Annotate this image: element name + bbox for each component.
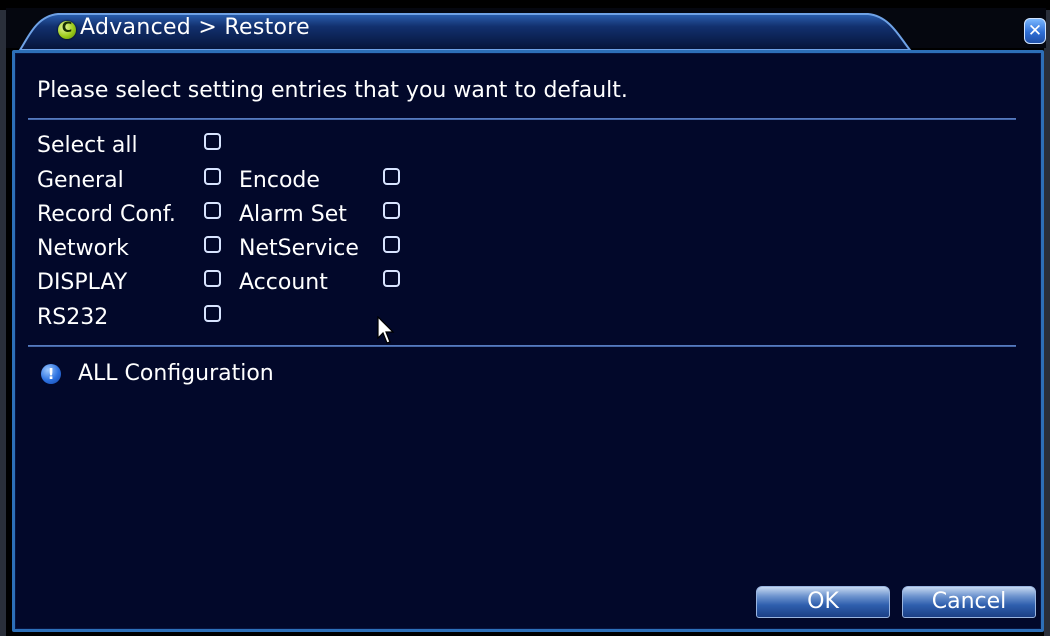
window-frame-left bbox=[0, 10, 6, 636]
info-icon: ! bbox=[41, 364, 61, 384]
divider bbox=[28, 118, 1016, 120]
window-title: Advanced > Restore bbox=[80, 15, 310, 40]
general-checkbox[interactable] bbox=[204, 168, 221, 185]
account-label: Account bbox=[239, 270, 328, 295]
ok-button-label: OK bbox=[807, 589, 839, 614]
app-logo-letter: C bbox=[61, 20, 73, 36]
info-text: ALL Configuration bbox=[78, 361, 274, 386]
record-conf-checkbox[interactable] bbox=[204, 202, 221, 219]
window-frame-right bbox=[1044, 10, 1050, 636]
info-glyph: ! bbox=[47, 365, 55, 383]
app-logo-icon: C bbox=[58, 20, 76, 39]
encode-checkbox[interactable] bbox=[383, 168, 400, 185]
display-label: DISPLAY bbox=[37, 270, 128, 295]
alarm-set-label: Alarm Set bbox=[239, 202, 347, 227]
alarm-set-checkbox[interactable] bbox=[383, 202, 400, 219]
mouse-pointer-icon bbox=[377, 315, 397, 350]
network-label: Network bbox=[37, 236, 129, 261]
select-all-checkbox[interactable] bbox=[204, 133, 221, 150]
divider bbox=[28, 345, 1016, 347]
rs232-checkbox[interactable] bbox=[204, 305, 221, 322]
close-button[interactable]: ✕ bbox=[1024, 18, 1046, 44]
display-checkbox[interactable] bbox=[204, 270, 221, 287]
select-all-label: Select all bbox=[37, 133, 138, 158]
cancel-button[interactable]: Cancel bbox=[902, 586, 1036, 618]
netservice-checkbox[interactable] bbox=[383, 236, 400, 253]
record-conf-label: Record Conf. bbox=[37, 202, 176, 227]
close-icon: ✕ bbox=[1027, 21, 1043, 41]
network-checkbox[interactable] bbox=[204, 236, 221, 253]
general-label: General bbox=[37, 168, 124, 193]
ok-button[interactable]: OK bbox=[756, 586, 890, 618]
instruction-text: Please select setting entries that you w… bbox=[37, 78, 628, 103]
restore-panel bbox=[12, 50, 1044, 632]
account-checkbox[interactable] bbox=[383, 270, 400, 287]
netservice-label: NetService bbox=[239, 236, 359, 261]
rs232-label: RS232 bbox=[37, 305, 109, 330]
restore-dialog: C Advanced > Restore ✕ Please select set… bbox=[0, 0, 1050, 636]
encode-label: Encode bbox=[239, 168, 320, 193]
cancel-button-label: Cancel bbox=[931, 589, 1007, 614]
